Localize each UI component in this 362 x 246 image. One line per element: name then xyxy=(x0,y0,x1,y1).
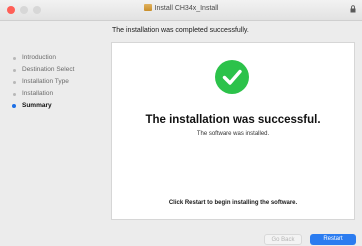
step-installation: Installation xyxy=(0,88,108,100)
step-bullet xyxy=(13,81,16,84)
restart-message: Click Restart to begin installing the so… xyxy=(168,200,298,206)
title-bar[interactable]: Install CH34x_Install xyxy=(0,0,362,21)
step-introduction: Introduction xyxy=(0,52,108,64)
active-step-bullet xyxy=(12,104,16,108)
window-title-area: Install CH34x_Install xyxy=(0,4,362,12)
content-panel: The installation was successful. The sof… xyxy=(111,42,355,220)
step-summary: Summary xyxy=(0,100,108,112)
window-title: Install CH34x_Install xyxy=(154,5,219,12)
step-label: Destination Select xyxy=(22,66,75,73)
step-label: Installation xyxy=(22,90,54,97)
steps-sidebar: Introduction Destination Select Installa… xyxy=(0,52,108,112)
step-destination-select: Destination Select xyxy=(0,64,108,76)
step-label: Installation Type xyxy=(22,78,69,85)
restart-button[interactable]: Restart xyxy=(310,234,356,245)
step-label: Introduction xyxy=(22,54,56,61)
step-label: Summary xyxy=(22,102,52,109)
step-bullet xyxy=(13,57,16,60)
installer-window: Install CH34x_Install The installation w… xyxy=(0,0,362,245)
success-subtitle: The software was installed. xyxy=(196,131,270,137)
success-title: The installation was successful. xyxy=(145,114,321,126)
step-bullet xyxy=(13,69,16,72)
step-installation-type: Installation Type xyxy=(0,76,108,88)
step-bullet xyxy=(13,93,16,96)
header-message: The installation was completed successfu… xyxy=(112,27,249,34)
go-back-button[interactable]: Go Back xyxy=(264,234,302,245)
success-checkmark-icon xyxy=(215,60,249,94)
lock-icon xyxy=(350,5,356,13)
package-icon xyxy=(143,4,152,11)
